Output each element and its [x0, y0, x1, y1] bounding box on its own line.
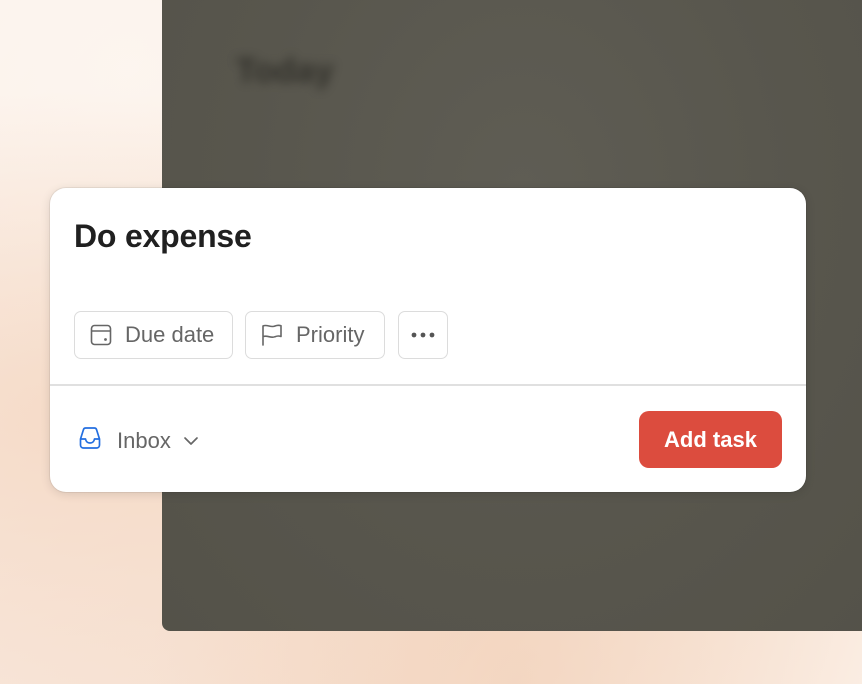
add-task-button[interactable]: Add task: [639, 411, 782, 468]
task-name-input[interactable]: Do expense: [74, 218, 252, 255]
priority-button[interactable]: Priority: [245, 311, 385, 359]
quick-add-task-dialog: Do expense Due date Priority Inbox Add t…: [50, 188, 806, 492]
inbox-icon: [76, 424, 104, 457]
due-date-button[interactable]: Due date: [74, 311, 233, 359]
more-actions-button[interactable]: [398, 311, 448, 359]
calendar-icon: [89, 323, 113, 347]
more-horizontal-icon: [410, 331, 436, 339]
due-date-label: Due date: [125, 322, 215, 347]
project-label: Inbox: [117, 427, 171, 453]
project-selector[interactable]: Inbox: [76, 424, 199, 457]
footer-divider: [50, 384, 806, 386]
flag-icon: [259, 322, 285, 348]
blurred-page-title: Today: [236, 52, 334, 90]
chevron-down-icon: [183, 436, 199, 446]
priority-label: Priority: [296, 322, 365, 347]
